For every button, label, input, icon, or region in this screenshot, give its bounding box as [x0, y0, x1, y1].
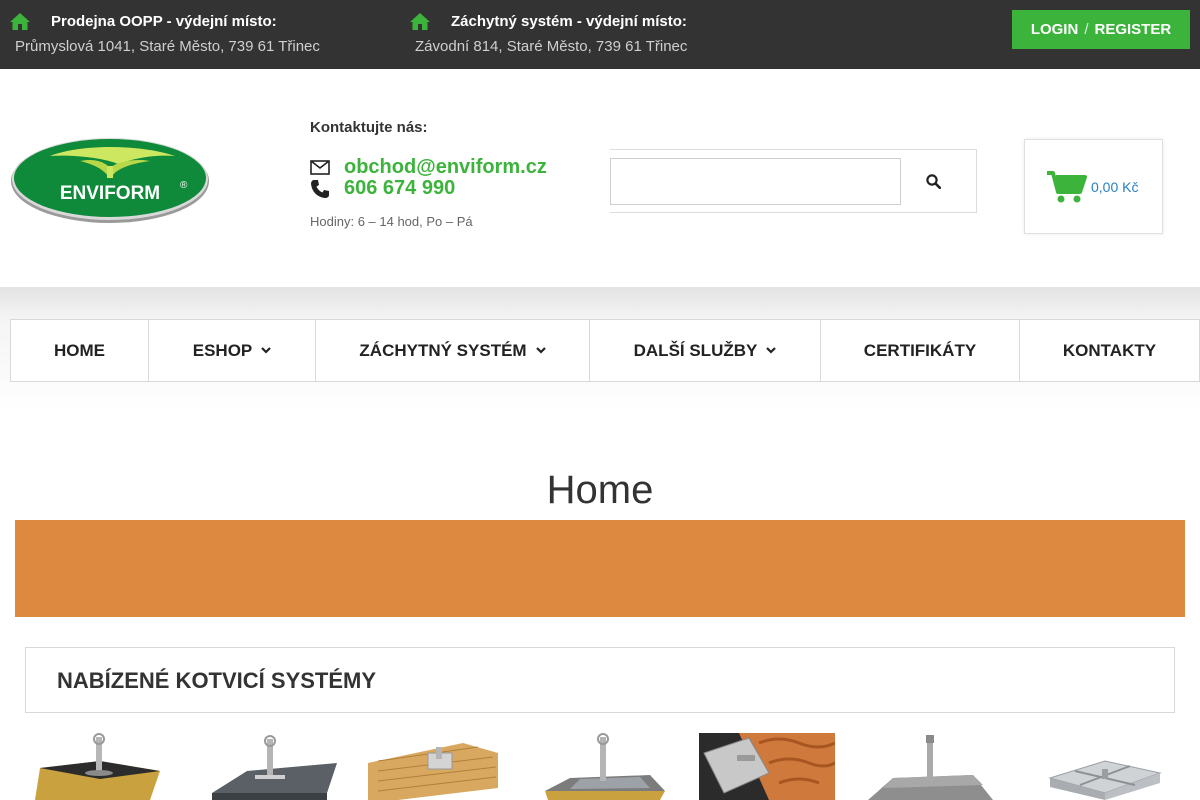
nav-item-certifikaty[interactable]: CERTIFIKÁTY	[821, 320, 1020, 381]
nav-item-home[interactable]: HOME	[11, 320, 149, 381]
nav-item-kontakty[interactable]: KONTAKTY	[1020, 320, 1199, 381]
nav-item-label: DALŠÍ SLUŽBY	[633, 340, 758, 360]
top-bar: Prodejna OOPP - výdejní místo: Průmyslov…	[0, 0, 1200, 69]
product-thumbnail[interactable]	[207, 733, 347, 800]
search-form	[610, 149, 977, 213]
section-header: NABÍZENÉ KOTVICÍ SYSTÉMY	[25, 647, 1175, 713]
cart-widget[interactable]: 0,00 Kč	[1024, 139, 1163, 234]
product-thumbnail[interactable]	[540, 733, 680, 800]
chevron-down-icon	[766, 347, 777, 354]
nav-item-label: KONTAKTY	[1062, 340, 1157, 360]
register-link[interactable]: REGISTER	[1094, 21, 1171, 38]
cart-icon	[1047, 170, 1087, 202]
login-register-button[interactable]: LOGIN / REGISTER	[1012, 10, 1190, 49]
logo-registered-mark: ®	[180, 180, 188, 191]
nav-item-label: CERTIFIKÁTY	[863, 340, 977, 360]
login-link[interactable]: LOGIN	[1031, 21, 1079, 38]
product-thumbnail[interactable]	[30, 733, 170, 800]
nav-item-dalsi-sluzby[interactable]: DALŠÍ SLUŽBY	[590, 320, 821, 381]
product-thumbnail[interactable]	[1035, 733, 1175, 800]
search-icon	[925, 174, 941, 189]
chevron-down-icon	[535, 347, 546, 354]
envelope-icon	[310, 160, 344, 175]
page-title: Home	[546, 468, 654, 512]
main-nav: HOME ESHOP ZÁCHYTNÝ SYSTÉM DALŠÍ SLUŽBY …	[10, 319, 1200, 382]
hero-banner	[15, 520, 1185, 617]
contact-phone-link[interactable]: 606 674 990	[344, 177, 455, 200]
nav-item-eshop[interactable]: ESHOP	[149, 320, 316, 381]
nav-item-label: HOME	[54, 340, 105, 360]
home-icon	[10, 12, 30, 30]
enviform-logo[interactable]: ENVIFORM ®	[10, 134, 210, 224]
search-button[interactable]	[910, 158, 956, 205]
opening-hours: Hodiny: 6 – 14 hod, Po – Pá	[310, 214, 473, 229]
location-title: Záchytný systém - výdejní místo:	[451, 12, 687, 30]
nav-item-label: ESHOP	[192, 340, 253, 360]
chevron-down-icon	[261, 347, 272, 354]
nav-item-label: ZÁCHYTNÝ SYSTÉM	[359, 340, 527, 360]
location-title: Prodejna OOPP - výdejní místo:	[51, 12, 277, 30]
location-address: Průmyslová 1041, Staré Město, 739 61 Tři…	[15, 38, 320, 55]
home-icon	[410, 12, 430, 30]
nav-item-zachytny-system[interactable]: ZÁCHYTNÝ SYSTÉM	[316, 320, 590, 381]
contact-title: Kontaktujte nás:	[310, 119, 428, 136]
location-fall-arrest: Záchytný systém - výdejní místo: Závodní…	[410, 10, 687, 55]
search-input[interactable]	[610, 158, 901, 205]
cart-total: 0,00 Kč	[1091, 178, 1139, 195]
contact-block: Kontaktujte nás: obchod@enviform.cz 606 …	[310, 119, 547, 229]
location-opp: Prodejna OOPP - výdejní místo: Průmyslov…	[10, 10, 320, 55]
product-thumbnail[interactable]	[699, 733, 835, 800]
contact-email-link[interactable]: obchod@enviform.cz	[344, 156, 547, 179]
product-thumbnail[interactable]	[863, 733, 1003, 800]
product-strip	[25, 733, 1175, 800]
login-separator: /	[1084, 21, 1089, 38]
product-thumbnail[interactable]	[368, 733, 508, 800]
location-address: Závodní 814, Staré Město, 739 61 Třinec	[415, 38, 688, 55]
section-title: NABÍZENÉ KOTVICÍ SYSTÉMY	[57, 668, 377, 693]
logo-text: ENVIFORM	[60, 183, 160, 204]
phone-icon	[310, 179, 344, 199]
